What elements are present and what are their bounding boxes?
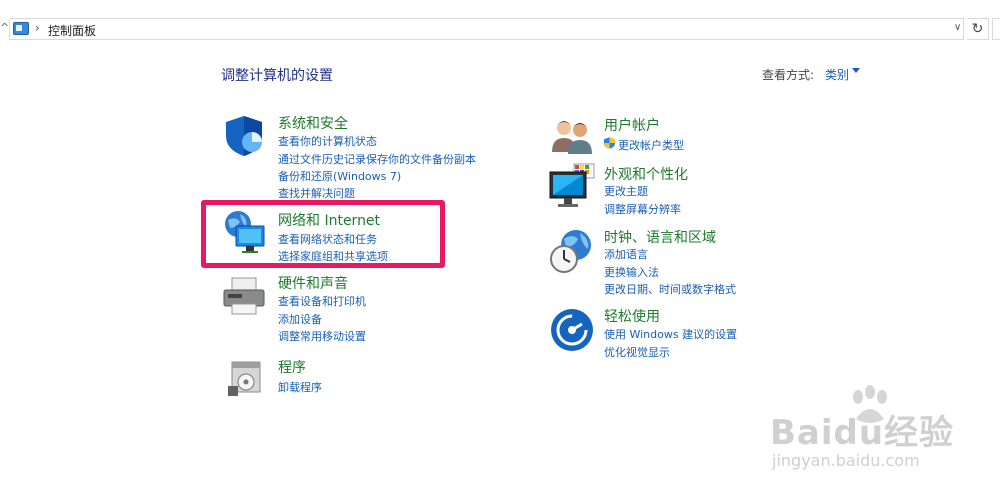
link-windows-recommended-settings[interactable]: 使用 Windows 建议的设置 bbox=[604, 326, 737, 342]
link-change-input-method[interactable]: 更换输入法 bbox=[604, 264, 659, 280]
category-title-clock-region[interactable]: 时钟、语言和区域 bbox=[604, 227, 716, 247]
highlight-annotation bbox=[201, 200, 445, 268]
breadcrumb-control-panel[interactable]: 控制面板 bbox=[48, 22, 96, 39]
shield-icon[interactable] bbox=[222, 112, 270, 160]
page-title: 调整计算机的设置 bbox=[221, 68, 333, 84]
chevron-down-icon[interactable]: ∨ bbox=[954, 22, 961, 33]
nav-up-icon[interactable]: ^ bbox=[0, 21, 9, 34]
link-change-theme[interactable]: 更改主题 bbox=[604, 183, 648, 199]
category-title-appearance[interactable]: 外观和个性化 bbox=[604, 164, 688, 184]
printer-icon[interactable] bbox=[220, 272, 268, 320]
link-file-history[interactable]: 通过文件历史记录保存你的文件备份副本 bbox=[278, 151, 476, 167]
baidu-watermark: Baidu经验 jingyan.baidu.com bbox=[770, 385, 990, 485]
link-devices-printers[interactable]: 查看设备和打印机 bbox=[278, 293, 366, 309]
ease-of-access-icon[interactable] bbox=[548, 306, 596, 354]
category-title-hardware-sound[interactable]: 硬件和声音 bbox=[278, 273, 348, 293]
link-date-time-format[interactable]: 更改日期、时间或数字格式 bbox=[604, 281, 736, 297]
link-add-language[interactable]: 添加语言 bbox=[604, 246, 648, 262]
link-view-computer-status[interactable]: 查看你的计算机状态 bbox=[278, 133, 377, 149]
view-by-dropdown[interactable]: 类别 bbox=[825, 66, 849, 83]
users-icon[interactable] bbox=[548, 112, 596, 160]
link-mobility-settings[interactable]: 调整常用移动设置 bbox=[278, 328, 366, 344]
address-field[interactable]: › 控制面板 ∨ bbox=[9, 18, 964, 40]
category-title-programs[interactable]: 程序 bbox=[278, 357, 306, 377]
uac-shield-icon bbox=[603, 137, 616, 149]
monitor-palette-icon[interactable] bbox=[548, 162, 596, 210]
view-by-label: 查看方式: bbox=[762, 68, 815, 82]
address-bar: ^ › 控制面板 ∨ bbox=[0, 18, 1000, 40]
watermark-url: jingyan.baidu.com bbox=[772, 451, 920, 470]
programs-icon[interactable] bbox=[222, 352, 270, 400]
refresh-icon: ↻ bbox=[971, 21, 984, 37]
category-title-system-security[interactable]: 系统和安全 bbox=[278, 113, 348, 133]
control-panel-icon bbox=[13, 22, 29, 35]
link-add-device[interactable]: 添加设备 bbox=[278, 311, 322, 327]
link-optimize-visual-display[interactable]: 优化视觉显示 bbox=[604, 344, 670, 360]
link-screen-resolution[interactable]: 调整屏幕分辨率 bbox=[604, 201, 681, 217]
chevron-right-icon[interactable]: › bbox=[35, 21, 40, 35]
link-uninstall-program[interactable]: 卸载程序 bbox=[278, 379, 322, 395]
watermark-logo: Baidu经验 bbox=[770, 413, 955, 453]
link-change-account-type[interactable]: 更改帐户类型 bbox=[618, 137, 684, 153]
link-backup-restore[interactable]: 备份和还原(Windows 7) bbox=[278, 168, 401, 184]
search-box[interactable] bbox=[992, 18, 1000, 40]
caret-down-icon[interactable] bbox=[852, 68, 860, 73]
link-troubleshoot[interactable]: 查找并解决问题 bbox=[278, 185, 355, 201]
refresh-button[interactable]: ↻ bbox=[967, 18, 989, 40]
clock-globe-icon[interactable] bbox=[548, 227, 596, 275]
category-title-ease-of-access[interactable]: 轻松使用 bbox=[604, 306, 660, 326]
category-title-user-accounts[interactable]: 用户帐户 bbox=[604, 115, 660, 135]
